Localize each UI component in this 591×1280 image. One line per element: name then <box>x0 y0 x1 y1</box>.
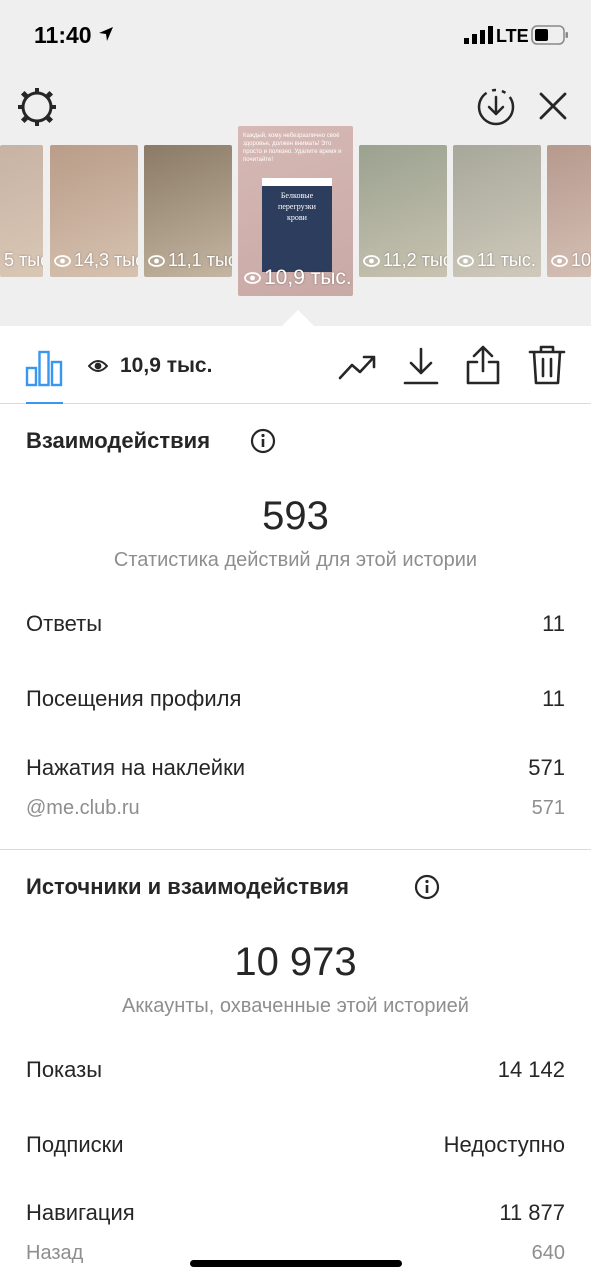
status-bar: 11:40 LTE <box>0 0 591 72</box>
thumbnail-views: 10,9 тыс. <box>244 266 352 290</box>
active-tab-underline <box>26 402 63 404</box>
thumbnail-views-label: 11 тыс. <box>477 250 536 270</box>
row-label-sticker-taps: Нажатия на наклейки <box>26 755 246 780</box>
share-icon[interactable] <box>465 344 501 386</box>
discovery-total: 10 973 <box>234 940 357 984</box>
interactions-subtitle: Статистика действий для этой истории <box>113 549 478 571</box>
info-icon[interactable] <box>250 428 276 454</box>
battery-icon <box>531 25 568 45</box>
eye-icon <box>457 254 474 267</box>
story-thumbnail[interactable]: 11,2 тыс. <box>359 145 447 277</box>
thumbnail-views: 14,3 тыс. <box>54 250 138 271</box>
trash-icon[interactable] <box>528 344 566 386</box>
story-book-title: Белковые перегрузки крови <box>278 191 316 222</box>
bar-chart-icon[interactable] <box>24 348 64 388</box>
status-time: 11:40 <box>34 22 92 48</box>
story-thumbnail[interactable]: 5 тыс. <box>0 145 43 277</box>
row-value-sticker-taps: 571 <box>528 755 565 780</box>
eye-icon <box>88 360 108 372</box>
interactions-total: 593 <box>262 494 329 538</box>
eye-icon <box>54 254 71 267</box>
row-value-sticker-mention: 571 <box>531 797 565 819</box>
thumbnail-views: 5 тыс. <box>4 250 43 271</box>
gear-icon[interactable] <box>18 88 56 126</box>
thumbnail-views: 11,1 тыс. <box>148 250 232 271</box>
thumbnail-views-label: 14,3 тыс. <box>74 250 138 270</box>
row-value-navigation: 11 877 <box>499 1200 565 1225</box>
thumbnail-views-label: 11,2 тыс. <box>383 250 447 270</box>
trending-icon[interactable] <box>338 350 378 382</box>
discovery-subtitle: Аккаунты, охваченные этой историей <box>122 995 469 1017</box>
row-value-follows: Недоступно <box>443 1132 565 1157</box>
eye-icon <box>148 254 165 267</box>
row-label-sticker-mention[interactable]: @me.club.ru <box>26 797 140 820</box>
story-thumbnail[interactable]: 11 тыс. <box>453 145 541 277</box>
eye-icon <box>551 254 568 267</box>
row-label-follows: Подписки <box>26 1132 124 1157</box>
row-label-navigation: Навигация <box>26 1200 135 1225</box>
save-icon[interactable] <box>476 87 516 127</box>
network-type: LTE <box>496 26 529 46</box>
signal-icon <box>464 26 493 44</box>
row-label-back: Назад <box>26 1242 84 1264</box>
row-label-replies: Ответы <box>26 611 103 636</box>
eye-icon <box>244 272 261 284</box>
discovery-title: Источники и взаимодействия <box>26 874 349 899</box>
section-divider <box>0 849 591 850</box>
selection-caret <box>282 310 314 326</box>
story-thumbnail[interactable]: 14,3 тыс. <box>50 145 138 277</box>
thumbnail-views-label: 10 <box>571 250 591 270</box>
download-icon[interactable] <box>402 346 440 386</box>
thumbnail-views-label: 5 тыс. <box>4 250 43 270</box>
story-thumbnail[interactable]: 11,1 тыс. <box>144 145 232 277</box>
close-icon[interactable] <box>538 91 568 121</box>
thumbnail-views: 11 тыс. <box>457 250 536 271</box>
row-value-impressions: 14 142 <box>497 1057 565 1082</box>
interactions-title: Взаимодействия <box>26 428 211 453</box>
row-value-profile-visits: 11 <box>542 686 565 711</box>
info-icon[interactable] <box>414 874 440 900</box>
story-views-count: 10,9 тыс. <box>120 354 213 377</box>
location-arrow-icon <box>99 27 113 41</box>
thumbnail-views: 11,2 тыс. <box>363 250 447 271</box>
story-book-card-header <box>262 178 332 186</box>
thumbnail-views-label: 11,1 тыс. <box>168 250 232 270</box>
row-label-impressions: Показы <box>26 1057 103 1082</box>
home-indicator[interactable] <box>190 1260 402 1267</box>
row-value-replies: 11 <box>542 611 565 636</box>
story-toolbar: 10,9 тыс. <box>0 326 591 404</box>
row-value-back: 640 <box>531 1242 565 1264</box>
story-caption: Каждый, кому небезразлично своё здоровье… <box>243 133 342 163</box>
thumbnail-views-label: 10,9 тыс. <box>264 266 352 289</box>
thumbnail-views: 10 <box>551 250 591 271</box>
story-thumbnail[interactable]: 10 <box>547 145 591 277</box>
row-label-profile-visits: Посещения профиля <box>26 686 242 711</box>
selected-story-thumbnail[interactable]: Каждый, кому небезразлично своё здоровье… <box>238 126 353 296</box>
eye-icon <box>363 254 380 267</box>
